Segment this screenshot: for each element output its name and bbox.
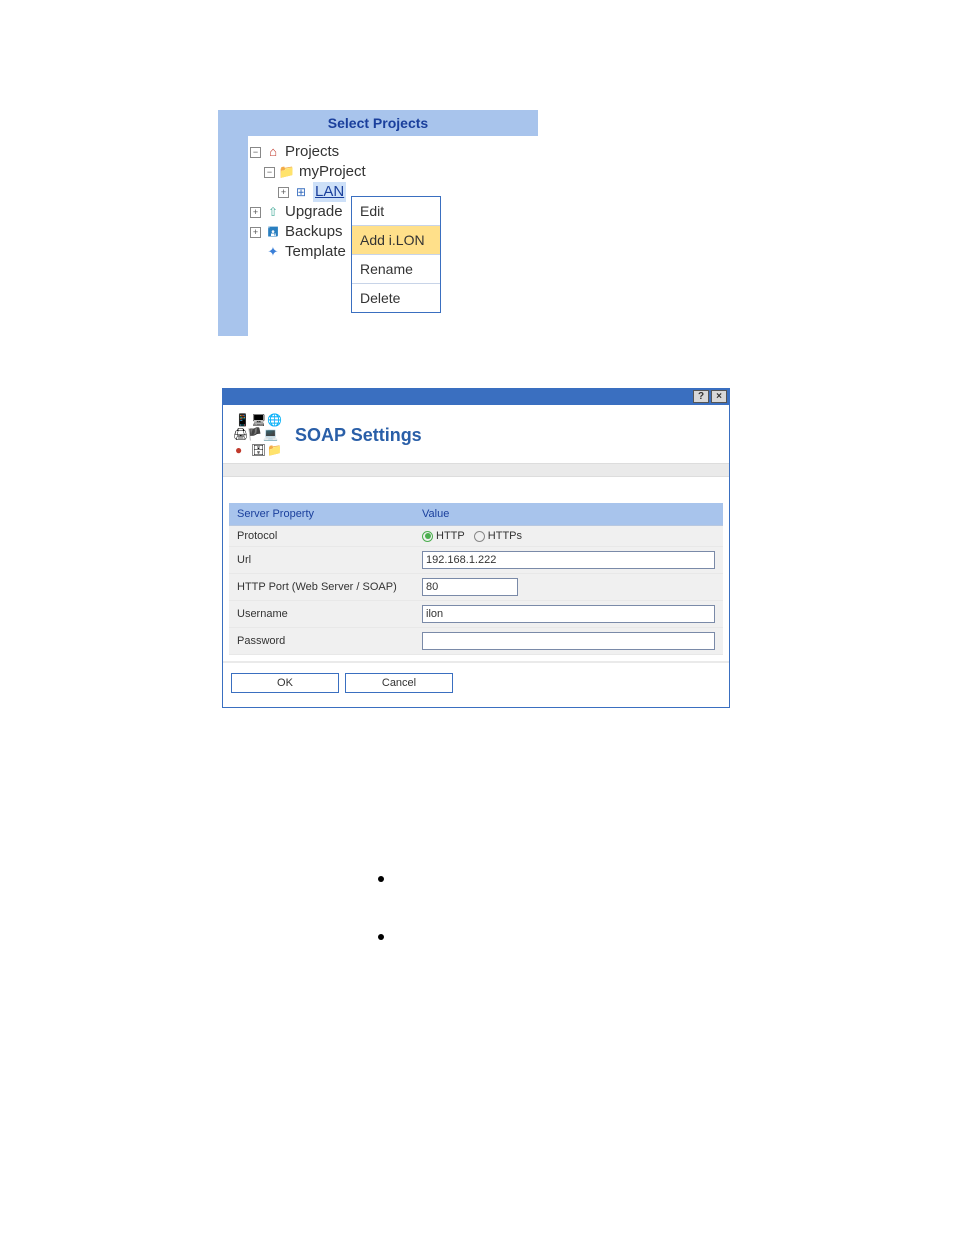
context-delete[interactable]: Delete <box>352 284 440 312</box>
label-port: HTTP Port (Web Server / SOAP) <box>229 574 414 601</box>
ok-button[interactable]: OK <box>231 673 339 693</box>
row-username: Username <box>229 601 723 628</box>
dialog-footer: OK Cancel <box>223 661 729 707</box>
context-edit[interactable]: Edit <box>352 197 440 226</box>
context-menu: Edit Add i.LON Rename Delete <box>351 196 441 313</box>
input-port[interactable] <box>422 578 518 596</box>
radio-http-label: HTTP <box>436 530 465 542</box>
bullet-icon <box>378 876 384 882</box>
context-add-ilon[interactable]: Add i.LON <box>352 226 440 255</box>
tree-title: Select Projects <box>218 110 538 136</box>
house-icon: ⌂ <box>265 145 281 159</box>
column-value: Value <box>414 503 723 526</box>
expand-icon[interactable]: + <box>278 187 289 198</box>
context-rename[interactable]: Rename <box>352 255 440 284</box>
label-url: Url <box>229 547 414 574</box>
network-icon: ⊞ <box>293 185 309 199</box>
tree-gutter <box>218 136 248 336</box>
collapse-icon[interactable]: − <box>264 167 275 178</box>
cancel-button[interactable]: Cancel <box>345 673 453 693</box>
row-url: Url <box>229 547 723 574</box>
folder-icon: 📁 <box>279 165 295 179</box>
close-button[interactable]: × <box>711 390 727 403</box>
dialog-titlebar: ? × <box>223 389 729 405</box>
dialog-header: 📱 🖥 🌐 🖨 🏴 💻 ● 🗄 📁 SOAP Settings <box>223 405 729 463</box>
template-icon: ✦ <box>265 245 281 259</box>
collapse-icon[interactable]: − <box>250 147 261 158</box>
dialog-title: SOAP Settings <box>295 425 422 446</box>
upgrade-icon: ⇧ <box>265 205 281 219</box>
project-tree-panel: Select Projects − ⌂ Projects − 📁 myProje… <box>218 110 538 336</box>
radio-http[interactable] <box>422 531 433 542</box>
properties-table: Server Property Value Protocol HTTP HTTP… <box>229 503 723 655</box>
radio-https-label: HTTPs <box>488 530 522 542</box>
tree-label: Projects <box>285 142 339 162</box>
row-password: Password <box>229 628 723 655</box>
tree-label: Upgrade <box>285 202 343 222</box>
soap-settings-dialog: ? × 📱 🖥 🌐 🖨 🏴 💻 ● 🗄 📁 SOAP Settings Serv… <box>222 388 730 708</box>
backups-icon: 🖪 <box>265 225 281 239</box>
radio-https[interactable] <box>474 531 485 542</box>
row-protocol: Protocol HTTP HTTPs <box>229 526 723 547</box>
tree-label[interactable]: LAN <box>313 182 346 202</box>
tree-item-myproject[interactable]: − 📁 myProject <box>248 162 538 182</box>
help-button[interactable]: ? <box>693 390 709 403</box>
tree-label: Backups <box>285 222 343 242</box>
label-password: Password <box>229 628 414 655</box>
row-port: HTTP Port (Web Server / SOAP) <box>229 574 723 601</box>
input-username[interactable] <box>422 605 715 623</box>
tree-label: myProject <box>299 162 366 182</box>
tree-content: − ⌂ Projects − 📁 myProject + ⊞ LAN + ⇧ U… <box>248 136 538 336</box>
label-protocol: Protocol <box>229 526 414 547</box>
input-password[interactable] <box>422 632 715 650</box>
expand-icon[interactable]: + <box>250 227 261 238</box>
bullet-icon <box>378 934 384 940</box>
dialog-subbar <box>223 463 729 477</box>
tree-item-projects[interactable]: − ⌂ Projects <box>248 142 538 162</box>
column-property: Server Property <box>229 503 414 526</box>
flags-icon-cluster: 📱 🖥 🌐 🖨 🏴 💻 ● 🗄 📁 <box>233 413 289 457</box>
label-username: Username <box>229 601 414 628</box>
expand-icon[interactable]: + <box>250 207 261 218</box>
tree-label: Template <box>285 242 346 262</box>
input-url[interactable] <box>422 551 715 569</box>
